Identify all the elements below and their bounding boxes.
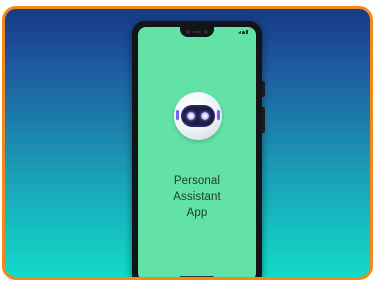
power-button [262, 81, 265, 97]
robot-ear-left [176, 110, 179, 120]
robot-visor [181, 105, 215, 127]
volume-button [262, 107, 265, 133]
app-title-line: App [186, 207, 208, 219]
phone-screen: Personal Assistant App [138, 27, 256, 277]
home-indicator [180, 276, 214, 277]
promo-card: Personal Assistant App [2, 6, 373, 280]
earpiece-speaker [193, 31, 201, 33]
camera-notch [180, 27, 214, 37]
robot-eye-left [187, 112, 195, 120]
battery-icon [246, 30, 248, 34]
front-camera-icon [204, 30, 208, 34]
status-icons [238, 30, 248, 34]
robot-ear-right [217, 110, 220, 120]
phone-mockup: Personal Assistant App [132, 21, 265, 277]
wifi-icon [242, 30, 245, 34]
robot-eye-right [201, 112, 209, 120]
app-title-line: Assistant [173, 191, 221, 203]
robot-head-icon [174, 92, 222, 140]
front-camera-icon [186, 30, 190, 34]
app-title: Personal Assistant App [138, 173, 256, 221]
app-title-line: Personal [173, 175, 221, 187]
signal-icon [238, 30, 241, 34]
